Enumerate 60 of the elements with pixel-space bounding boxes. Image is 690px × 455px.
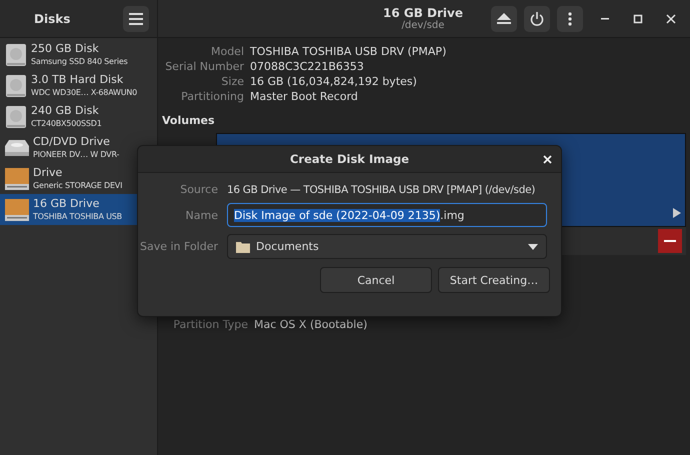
disk-name: 240 GB Disk — [31, 104, 100, 118]
field-label: Name — [184, 208, 218, 222]
info-value: Master Boot Record — [250, 89, 359, 104]
usb-drive-icon — [4, 198, 30, 222]
window-title: 16 GB Drive — [382, 6, 463, 20]
info-label: Partition Type — [172, 317, 248, 332]
source-text: 16 GB Drive — TOSHIBA TOSHIBA USB DRV [PMAP] (/dev/sde) — [227, 184, 536, 196]
minus-icon — [664, 240, 676, 242]
info-label: Model — [210, 44, 244, 59]
next-arrow-icon — [673, 208, 681, 218]
dialog-title: Create Disk Image — [290, 152, 409, 166]
more-button[interactable] — [557, 6, 583, 32]
more-icon — [568, 12, 572, 26]
info-label: Serial Number — [164, 59, 244, 74]
disk-item[interactable]: Drive Generic STORAGE DEVI — [0, 163, 157, 194]
minimize-icon — [601, 18, 609, 20]
info-value: Mac OS X (Bootable) — [254, 317, 368, 332]
dialog-button[interactable]: Start Creating… — [438, 267, 550, 293]
disk-name: 16 GB Drive — [33, 197, 100, 211]
eject-button[interactable] — [491, 6, 517, 32]
eject-icon — [497, 12, 511, 24]
volumes-heading: Volumes — [162, 114, 216, 127]
window-subtitle: /dev/sde — [402, 20, 444, 31]
folder-dropdown[interactable]: Documents — [227, 234, 547, 259]
name-field[interactable]: Disk Image of sde (2022-04-09 2135).img — [227, 203, 547, 227]
disk-name: 3.0 TB Hard Disk — [31, 73, 124, 87]
sidebar-title: Disks — [34, 12, 70, 26]
disk-detail: CT240BX500SSD1 — [31, 118, 102, 129]
disk-item[interactable]: 240 GB Disk CT240BX500SSD1 — [0, 101, 157, 132]
info-value: TOSHIBA TOSHIBA USB DRV (PMAP) — [250, 44, 448, 59]
close-icon — [666, 14, 676, 24]
folder-icon — [236, 240, 250, 252]
close-icon — [542, 154, 552, 164]
disk-name: CD/DVD Drive — [33, 135, 111, 149]
info-label: Partitioning — [180, 89, 244, 104]
delete-partition-button[interactable] — [658, 229, 682, 253]
info-label: Size — [220, 74, 244, 89]
disk-detail: Generic STORAGE DEVI — [33, 180, 122, 191]
disk-detail: WDC WD30E… X-68AWUN0 — [31, 87, 138, 98]
usb-drive-icon — [4, 166, 30, 190]
disk-detail: Samsung SSD 840 Series — [31, 56, 128, 67]
disk-detail: TOSHIBA TOSHIBA USB — [33, 211, 122, 222]
menu-button[interactable] — [123, 6, 149, 32]
disk-name: Drive — [33, 166, 64, 180]
power-button[interactable] — [524, 6, 550, 32]
close-button[interactable] — [541, 153, 553, 165]
field-label: Save in Folder — [138, 240, 218, 253]
disk-item[interactable]: CD/DVD Drive PIONEER DV… W DVR- — [0, 132, 157, 163]
maximize-icon — [633, 14, 643, 24]
disk-item[interactable]: 250 GB Disk Samsung SSD 840 Series — [0, 39, 157, 70]
disk-name: 250 GB Disk — [31, 42, 100, 56]
dialog-button[interactable]: Cancel — [320, 267, 432, 293]
power-icon — [530, 12, 544, 26]
info-value: 07088C3C221B6353 — [250, 59, 365, 74]
menu-icon — [129, 12, 143, 24]
disk-item[interactable]: 3.0 TB Hard Disk WDC WD30E… X-68AWUN0 — [0, 70, 157, 101]
info-value: 16 GB (16,034,824,192 bytes) — [250, 74, 418, 89]
field-label: Source — [179, 183, 218, 196]
dropdown-caret-icon — [528, 244, 538, 250]
disk-detail: PIONEER DV… W DVR- — [33, 149, 120, 160]
